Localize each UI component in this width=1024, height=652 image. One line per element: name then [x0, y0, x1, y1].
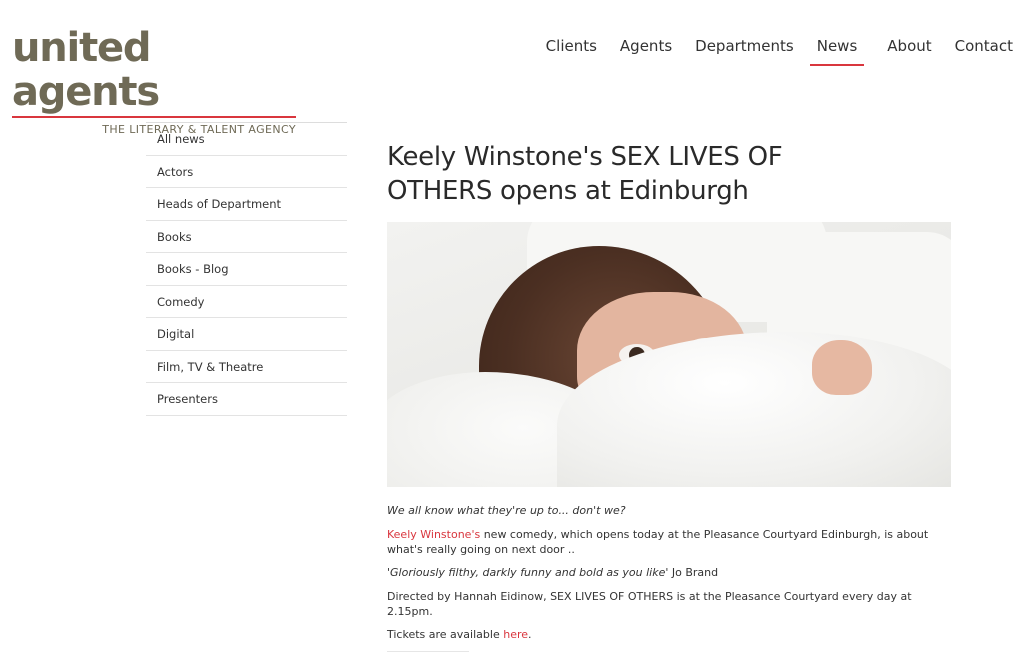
logo-underline [12, 116, 296, 118]
quote-attribution: ' Jo Brand [665, 566, 719, 579]
sidebar-item-comedy[interactable]: Comedy [146, 286, 347, 318]
article-intro: We all know what they're up to... don't … [387, 504, 626, 517]
nav-agents[interactable]: Agents [620, 36, 672, 66]
nav-about[interactable]: About [887, 36, 931, 66]
sidebar-item-actors[interactable]: Actors [146, 156, 347, 188]
news-category-sidebar: All news Actors Heads of Department Book… [146, 122, 347, 416]
article-hero-image [387, 222, 951, 487]
nav-news[interactable]: News [809, 36, 865, 66]
tickets-link[interactable]: here [503, 628, 528, 641]
sidebar-item-film-tv-theatre[interactable]: Film, TV & Theatre [146, 351, 347, 383]
main-nav: Clients Agents Departments News About Co… [523, 36, 1013, 66]
sidebar-item-presenters[interactable]: Presenters [146, 383, 347, 416]
article-paragraph: Directed by Hannah Eidinow, SEX LIVES OF… [387, 589, 912, 618]
nav-contact[interactable]: Contact [955, 36, 1013, 66]
quote-text: Gloriously filthy, darkly funny and bold… [390, 566, 666, 579]
sidebar-item-books[interactable]: Books [146, 221, 347, 253]
news-article: Keely Winstone's SEX LIVES OF OTHERS ope… [387, 140, 951, 652]
paragraph-text: Tickets are available [387, 628, 504, 641]
article-paragraph: Keely Winstone's new comedy, which opens… [387, 527, 951, 557]
nav-departments[interactable]: Departments [695, 36, 794, 66]
article-body: We all know what they're up to... don't … [387, 503, 951, 652]
keely-winstone-link[interactable]: Keely Winstone's [387, 528, 480, 541]
article-quote: 'Gloriously filthy, darkly funny and bol… [387, 565, 951, 580]
sidebar-item-books-blog[interactable]: Books - Blog [146, 253, 347, 286]
sidebar-item-heads-of-department[interactable]: Heads of Department [146, 188, 347, 221]
nav-clients[interactable]: Clients [546, 36, 597, 66]
article-title: Keely Winstone's SEX LIVES OF OTHERS ope… [387, 142, 783, 206]
site-logo[interactable]: united agents THE LITERARY & TALENT AGEN… [12, 26, 298, 136]
paragraph-text: . [528, 628, 532, 641]
sidebar-item-all-news[interactable]: All news [146, 123, 347, 156]
sidebar-item-digital[interactable]: Digital [146, 318, 347, 351]
logo-wordmark: united agents [12, 25, 160, 115]
article-paragraph: Tickets are available here. [387, 627, 951, 642]
hand-shape [812, 340, 872, 395]
